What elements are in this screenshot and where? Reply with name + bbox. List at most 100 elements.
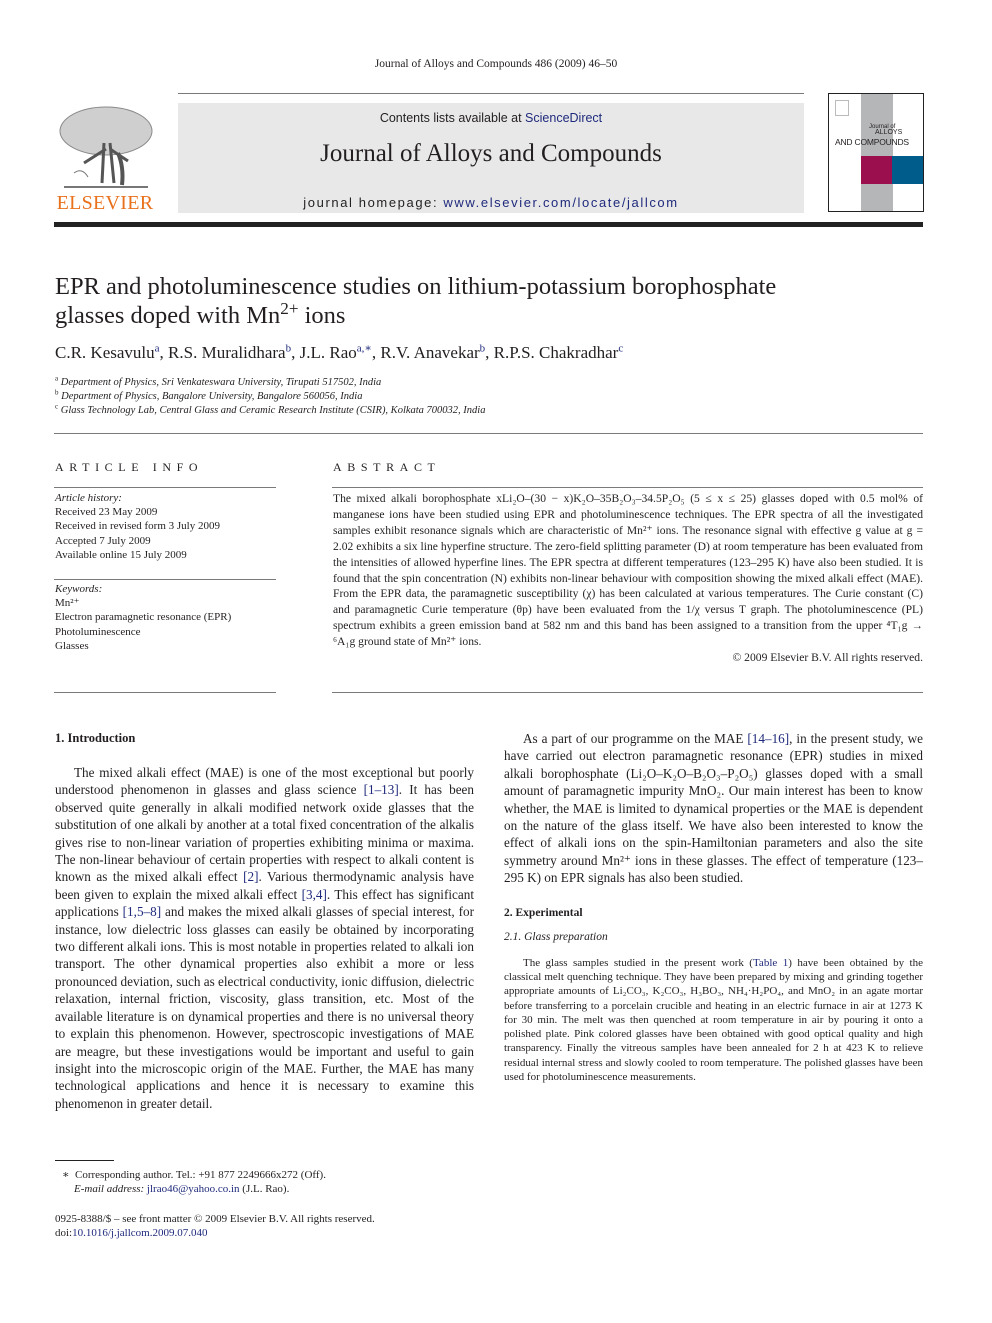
history-item: Received 23 May 2009	[55, 506, 158, 519]
author[interactable]: J.L. Raoa,∗	[300, 343, 372, 362]
corresponding-author-note: ∗ Corresponding author. Tel.: +91 877 22…	[62, 1168, 326, 1182]
keywords-divider	[54, 579, 276, 580]
author[interactable]: C.R. Kesavulua	[55, 343, 160, 362]
right-column: As a part of our programme on the MAE [1…	[504, 730, 923, 1084]
abstract-bottom-divider	[332, 692, 923, 693]
homepage-prefix: journal homepage:	[303, 195, 444, 210]
title-line-1: EPR and photoluminescence studies on lit…	[55, 273, 777, 300]
keywords: Keywords: Mn²⁺ Electron paramagnetic res…	[55, 582, 231, 653]
abstract-divider	[332, 487, 923, 488]
section-heading-introduction: 1. Introduction	[55, 731, 136, 745]
history-item: Received in revised form 3 July 2009	[55, 520, 220, 533]
cover-red-block	[861, 156, 892, 184]
author-name: R.S. Muralidhara	[168, 343, 286, 362]
article-info-label: ARTICLE INFO	[55, 460, 204, 474]
author[interactable]: R.V. Anavekarb	[380, 343, 485, 362]
title-superscript: 2+	[280, 298, 299, 318]
cover-stripe	[861, 94, 893, 211]
text-run: As a part of our programme on the MAE	[523, 731, 748, 746]
text-run: The glass samples studied in the present…	[523, 956, 753, 969]
email-suffix: (J.L. Rao).	[239, 1183, 290, 1196]
doi-line: doi:10.1016/j.jallcom.2009.07.040	[55, 1226, 375, 1240]
author-name: R.V. Anavekar	[380, 343, 480, 362]
article-info-bottom-divider	[54, 692, 276, 693]
history-item: Available online 15 July 2009	[55, 548, 187, 561]
front-matter: 0925-8388/$ – see front matter © 2009 El…	[55, 1212, 375, 1241]
footnote-text: Corresponding author. Tel.: +91 877 2249…	[74, 1169, 326, 1181]
running-head: Journal of Alloys and Compounds 486 (200…	[374, 58, 618, 70]
footnote-rule	[55, 1160, 114, 1161]
abstract-text: The mixed alkali borophosphate xLi₂O–(30…	[333, 492, 923, 649]
author-name: J.L. Rao	[299, 343, 357, 362]
journal-cover-thumbnail[interactable]: Journal of ALLOYS AND COMPOUNDS	[828, 93, 924, 212]
experimental-paragraph-1: The glass samples studied in the present…	[504, 956, 923, 1085]
affiliation: a Department of Physics, Sri Venkateswar…	[55, 374, 485, 390]
affiliation-text: Glass Technology Lab, Central Glass and …	[60, 405, 486, 416]
intro-paragraph-1: The mixed alkali effect (MAE) is one of …	[55, 764, 474, 1112]
contents-prefix: Contents lists available at	[379, 111, 526, 125]
left-column: 1. Introduction The mixed alkali effect …	[55, 731, 474, 1112]
affiliation-mark: b	[55, 388, 59, 397]
homepage-line: journal homepage: www.elsevier.com/locat…	[178, 195, 804, 210]
elsevier-logo[interactable]: ELSEVIER	[54, 103, 156, 215]
author-list: C.R. Kesavulua, R.S. Muralidharab, J.L. …	[55, 342, 624, 362]
title-text-end: ions	[298, 302, 346, 329]
article-info-divider	[54, 487, 276, 488]
author-affil-mark[interactable]: b	[480, 342, 486, 354]
author-affil-mark[interactable]: b	[286, 342, 292, 354]
cover-line2: ALLOYS	[875, 129, 903, 136]
affiliation-text: Department of Physics, Bangalore Univers…	[61, 391, 363, 402]
citation-link[interactable]: [1–13]	[364, 782, 399, 797]
keyword: Mn²⁺	[55, 597, 80, 610]
author[interactable]: R.S. Muralidharab	[168, 343, 291, 362]
author-name: C.R. Kesavulu	[55, 343, 155, 362]
title-line-2: glasses doped with Mn2+ ions	[55, 298, 935, 330]
journal-title: Journal of Alloys and Compounds	[320, 140, 662, 167]
doi-link[interactable]: 10.1016/j.jallcom.2009.07.040	[72, 1227, 207, 1239]
text-run: , in the present study, we have carried …	[504, 731, 923, 886]
section-heading-experimental: 2. Experimental	[504, 906, 583, 919]
history-item: Accepted 7 July 2009	[55, 534, 151, 547]
cover-line3: AND COMPOUNDS	[835, 137, 909, 147]
keyword: Photoluminescence	[55, 625, 141, 638]
sciencedirect-link[interactable]: ScienceDirect	[525, 111, 602, 125]
homepage-link[interactable]: www.elsevier.com/locate/jallcom	[443, 195, 678, 210]
elsevier-wordmark: ELSEVIER	[56, 192, 154, 214]
doi-prefix: doi:	[55, 1227, 73, 1240]
issn-line: 0925-8388/$ – see front matter © 2009 El…	[55, 1213, 375, 1225]
email-line: E-mail address: jlrao46@yahoo.co.in (J.L…	[62, 1182, 326, 1196]
author-affil-mark[interactable]: c	[618, 342, 623, 354]
text-run: and makes the mixed alkali glasses of sp…	[55, 904, 474, 1111]
article-title: EPR and photoluminescence studies on lit…	[55, 272, 935, 330]
email-link[interactable]: jlrao46@yahoo.co.in	[147, 1183, 240, 1195]
author-name: R.P.S. Chakradhar	[493, 343, 619, 362]
author[interactable]: R.P.S. Chakradharc	[494, 343, 624, 362]
abstract-label: ABSTRACT	[333, 460, 441, 474]
title-text: glasses doped with Mn	[55, 302, 281, 329]
abstract-copyright: © 2009 Elsevier B.V. All rights reserved…	[732, 651, 923, 665]
subsection-heading-glass-preparation: 2.1. Glass preparation	[504, 930, 608, 943]
keyword: Electron paramagnetic resonance (EPR)	[55, 611, 232, 624]
keyword: Glasses	[55, 639, 89, 652]
intro-paragraph-2: As a part of our programme on the MAE [1…	[504, 730, 923, 887]
author-affil-mark[interactable]: a,∗	[357, 342, 372, 354]
footnote: ∗ Corresponding author. Tel.: +91 877 22…	[62, 1168, 326, 1197]
masthead-bottom-bar	[54, 222, 923, 227]
masthead-top-rule	[178, 93, 804, 94]
abstract: The mixed alkali borophosphate xLi₂O–(30…	[333, 491, 923, 666]
text-run: ) have been obtained by the classical me…	[504, 956, 923, 1084]
citation-link[interactable]: [3,4]	[302, 887, 327, 902]
affiliation-mark: a	[55, 374, 59, 383]
citation-link[interactable]: [14–16]	[747, 731, 789, 746]
citation-link[interactable]: [1,5–8]	[123, 904, 161, 919]
contents-line: Contents lists available at ScienceDirec…	[178, 111, 804, 125]
footnote-mark: ∗	[62, 1169, 70, 1181]
affiliations: a Department of Physics, Sri Venkateswar…	[55, 374, 486, 418]
author-affil-mark[interactable]: a	[155, 342, 160, 354]
citation-link[interactable]: Table 1	[753, 957, 788, 969]
citation-link[interactable]: [2]	[243, 869, 258, 884]
affiliation-text: Department of Physics, Sri Venkateswara …	[60, 377, 382, 388]
affiliation-mark: c	[55, 402, 59, 411]
cover-elsevier-icon	[835, 100, 849, 116]
article-history: Article history: Received 23 May 2009 Re…	[55, 491, 220, 562]
